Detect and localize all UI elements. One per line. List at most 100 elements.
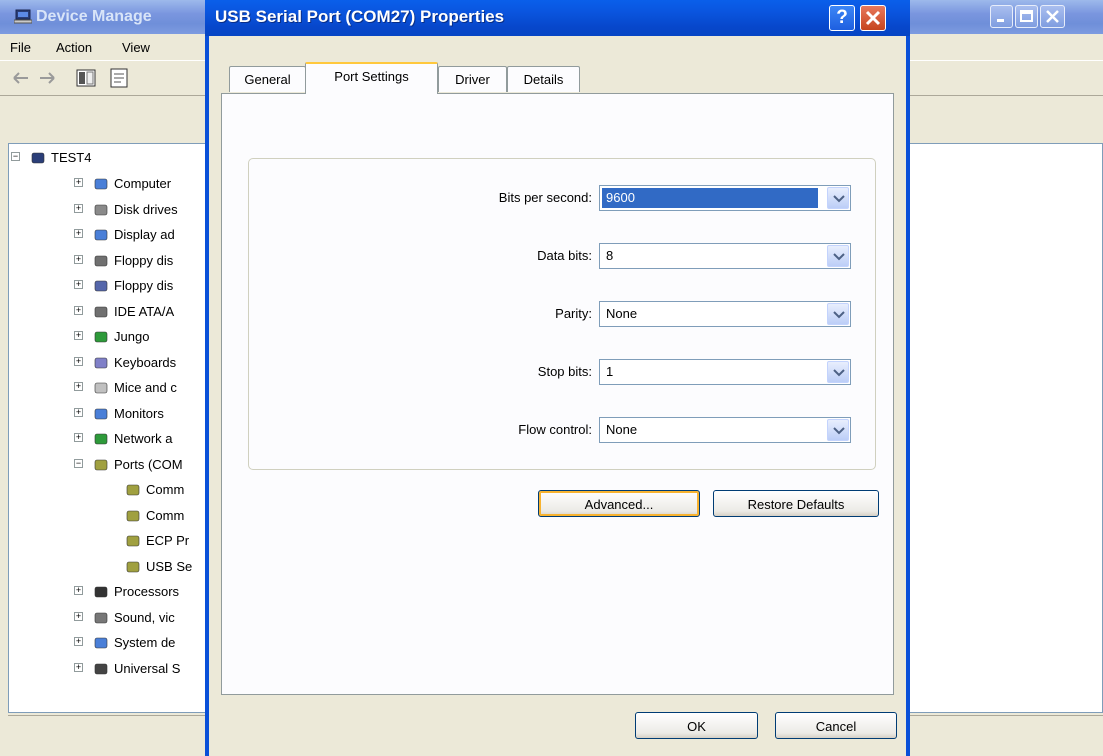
tree-item-port[interactable]: USB Se <box>9 556 204 578</box>
advanced-button[interactable]: Advanced... <box>538 490 700 517</box>
menu-view[interactable]: View <box>122 40 150 55</box>
restore-defaults-button[interactable]: Restore Defaults <box>713 490 879 517</box>
expand-icon[interactable]: + <box>74 178 83 187</box>
tab-general[interactable]: General <box>229 66 306 92</box>
help-button[interactable]: ? <box>829 5 855 31</box>
data-bits-select[interactable]: 8 <box>599 243 851 269</box>
combo-value: None <box>606 306 638 321</box>
tree-item-port[interactable]: Comm <box>9 505 204 527</box>
tree-item-category[interactable]: + Display ad <box>9 224 204 246</box>
tree-item-label: Network a <box>114 431 173 446</box>
device-icon <box>92 660 110 678</box>
expand-icon[interactable]: + <box>74 229 83 238</box>
tree-item-category[interactable]: + Jungo <box>9 326 204 348</box>
dropdown-button[interactable] <box>827 419 849 441</box>
maximize-button[interactable] <box>1015 5 1038 28</box>
tree-item-root[interactable]: − TEST4 <box>9 147 204 169</box>
menu-file[interactable]: File <box>10 40 31 55</box>
device-icon <box>92 303 110 321</box>
collapse-icon[interactable]: − <box>11 152 20 161</box>
back-arrow-icon[interactable] <box>12 71 30 85</box>
device-icon <box>92 175 110 193</box>
expand-icon[interactable]: + <box>74 662 83 672</box>
tree-item-label: ECP Pr <box>146 533 190 548</box>
bits-per-second-select[interactable]: 9600 <box>599 185 851 211</box>
properties-icon[interactable] <box>108 67 130 89</box>
expand-icon[interactable]: + <box>74 203 83 213</box>
device-icon <box>124 507 142 525</box>
stop-bits-select[interactable]: 1 <box>599 359 851 385</box>
tree-item-category[interactable]: + System de <box>9 632 204 654</box>
dialog-titlebar[interactable]: USB Serial Port (COM27) Properties ? <box>205 0 910 36</box>
device-icon <box>92 609 110 627</box>
ok-button[interactable]: OK <box>635 712 758 739</box>
device-icon <box>92 328 110 346</box>
device-icon <box>92 456 110 474</box>
parity-select[interactable]: None <box>599 301 851 327</box>
flow-control-select[interactable]: None <box>599 417 851 443</box>
expand-icon[interactable]: + <box>74 637 83 646</box>
device-icon <box>92 634 110 652</box>
device-icon <box>92 354 110 372</box>
tree-item-category[interactable]: + Floppy dis <box>9 250 204 272</box>
device-icon <box>92 226 110 244</box>
expand-icon[interactable]: + <box>74 433 83 442</box>
tree-item-category[interactable]: + Network a <box>9 428 204 450</box>
expand-icon[interactable]: + <box>74 254 83 264</box>
tab-port-settings[interactable]: Port Settings <box>305 62 438 94</box>
question-mark-icon: ? <box>836 7 848 28</box>
close-icon <box>1046 10 1059 23</box>
device-icon <box>29 149 47 167</box>
tree-item-label: Floppy dis <box>114 252 174 268</box>
tree-item-category[interactable]: + Monitors <box>9 403 204 425</box>
menu-action[interactable]: Action <box>56 40 92 55</box>
chevron-down-icon <box>833 311 845 319</box>
tree-item-label: Sound, vic <box>114 609 175 625</box>
combo-value: 8 <box>606 248 614 263</box>
tree-item-port[interactable]: Comm <box>9 479 204 501</box>
combo-value: 1 <box>606 364 614 379</box>
chevron-down-icon <box>833 195 845 203</box>
tree-item-label: System de <box>114 635 176 650</box>
expand-icon[interactable]: + <box>74 331 83 340</box>
tree-item-port[interactable]: ECP Pr <box>9 530 204 552</box>
tree-item-category[interactable]: + Processors <box>9 581 204 603</box>
forward-arrow-icon[interactable] <box>38 71 56 85</box>
cancel-button[interactable]: Cancel <box>775 712 897 739</box>
tree-item-category[interactable]: + Disk drives <box>9 199 204 221</box>
expand-icon[interactable]: + <box>74 382 83 391</box>
dropdown-button[interactable] <box>827 187 849 209</box>
close-button[interactable] <box>1040 5 1065 28</box>
tree-item-category[interactable]: + Keyboards <box>9 352 204 374</box>
expand-icon[interactable]: + <box>74 280 83 289</box>
stop-bits-label: Stop bits: <box>537 364 592 379</box>
device-icon <box>92 201 110 219</box>
show-hide-tree-icon[interactable] <box>76 69 96 87</box>
expand-icon[interactable]: + <box>74 586 83 595</box>
expand-icon[interactable]: + <box>74 305 83 315</box>
device-icon <box>124 532 142 550</box>
tree-item-category[interactable]: + Mice and c <box>9 377 204 399</box>
minimize-button[interactable] <box>990 5 1013 28</box>
tab-driver[interactable]: Driver <box>438 66 507 92</box>
tab-details[interactable]: Details <box>507 66 580 92</box>
collapse-icon[interactable]: − <box>74 458 83 468</box>
dropdown-button[interactable] <box>827 303 849 325</box>
expand-icon[interactable]: + <box>74 356 83 366</box>
tree-item-category[interactable]: + Sound, vic <box>9 607 204 629</box>
dialog-close-button[interactable] <box>860 5 886 31</box>
tree-item-label: Comm <box>146 507 185 523</box>
tree-item-category[interactable]: + Computer <box>9 173 204 195</box>
expand-icon[interactable]: + <box>74 407 83 417</box>
tree-item-label: Universal S <box>114 660 181 676</box>
tree-item-category[interactable]: + Floppy dis <box>9 275 204 297</box>
tree-item-category[interactable]: + Universal S <box>9 658 204 680</box>
tree-item-label: TEST4 <box>51 150 92 165</box>
dropdown-button[interactable] <box>827 245 849 267</box>
device-manager-title: Device Manage <box>36 8 152 25</box>
dropdown-button[interactable] <box>827 361 849 383</box>
expand-icon[interactable]: + <box>74 611 83 621</box>
tree-item-label: Disk drives <box>114 201 178 217</box>
tree-item-category[interactable]: − Ports (COM <box>9 454 204 476</box>
tree-item-category[interactable]: + IDE ATA/A <box>9 301 204 323</box>
